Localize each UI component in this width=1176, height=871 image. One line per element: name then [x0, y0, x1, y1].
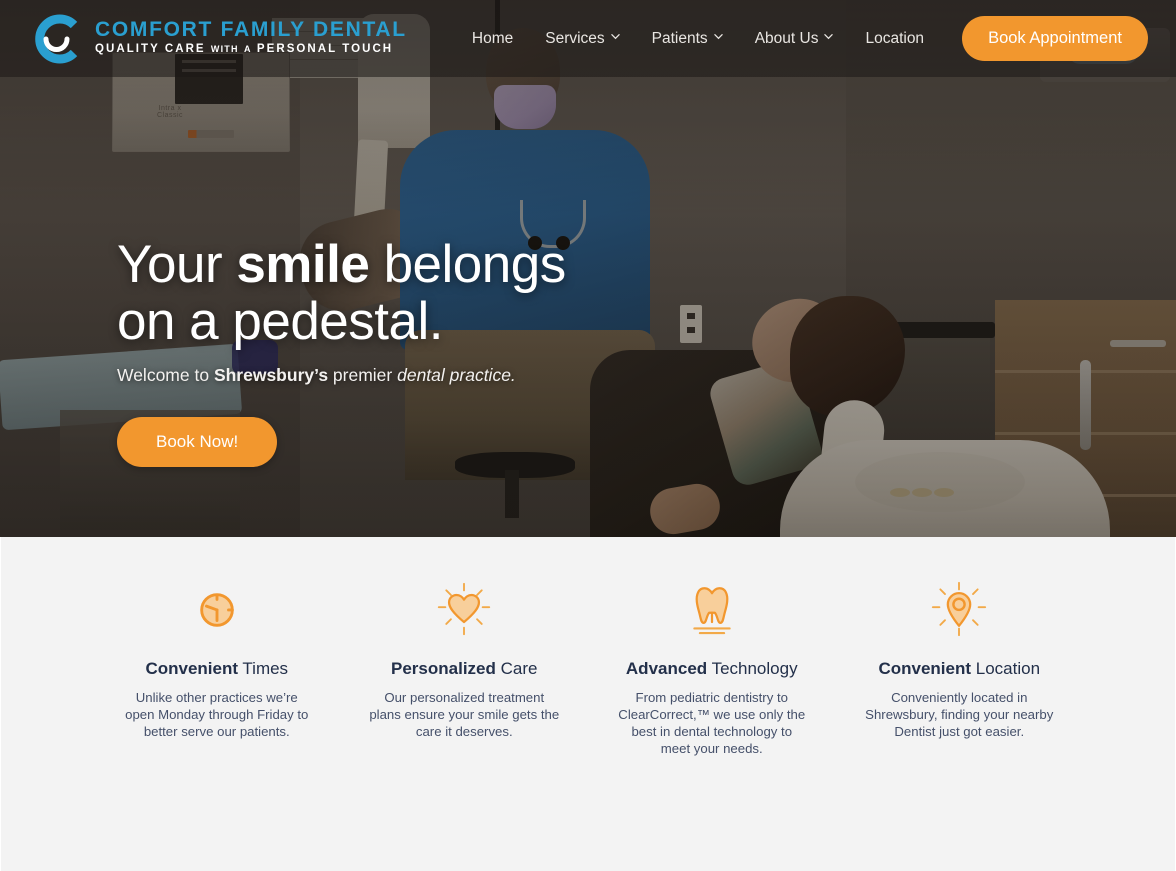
feature-description: Our personalized treatment plans ensure … — [369, 690, 560, 739]
feature-personalized-care: Personalized Care Our personalized treat… — [341, 577, 589, 758]
logo-tagline: QUALITY CARE WITH A PERSONAL TOUCH — [95, 42, 394, 55]
main-navigation: Home Services Patients About Us Location… — [456, 16, 1148, 61]
logo-name: COMFORT FAMILY DENTAL — [95, 17, 407, 41]
nav-item-home[interactable]: Home — [456, 30, 529, 48]
nav-label: Location — [865, 29, 925, 47]
hero-heading-line1: Your smile belongs — [117, 235, 566, 294]
nav-item-about-us[interactable]: About Us — [739, 30, 850, 48]
hero-heading-line2: on a pedestal. — [117, 292, 443, 352]
nav-label: Services — [545, 29, 605, 47]
feature-advanced-technology: Advanced Technology From pediatric denti… — [588, 577, 836, 758]
feature-title: Convenient Times — [145, 659, 289, 678]
tooth-on-pedestal-icon — [602, 577, 822, 641]
feature-title: Advanced Technology — [625, 659, 798, 678]
feature-description: Conveniently located in Shrewsbury, find… — [865, 690, 1054, 739]
hero-heading: Your smile belongs on a pedestal. — [117, 236, 566, 350]
site-logo[interactable]: COMFORT FAMILY DENTAL QUALITY CARE WITH … — [28, 12, 407, 66]
hero-copy: Your smile belongs on a pedestal. Welcom… — [117, 236, 566, 468]
feature-convenient-location: Convenient Location Conveniently located… — [836, 577, 1084, 758]
features-section: Convenient Times Unlike other practices … — [0, 537, 1176, 871]
circle-c-smile-logo-icon — [28, 12, 82, 66]
nav-item-location[interactable]: Location — [849, 30, 940, 48]
chevron-down-icon — [824, 32, 834, 41]
clock-icon — [107, 577, 327, 641]
page-root: Intra xClassic — [0, 0, 1176, 871]
nav-item-services[interactable]: Services — [529, 30, 635, 48]
radiant-map-pin-icon — [850, 577, 1070, 641]
features-grid: Convenient Times Unlike other practices … — [1, 537, 1175, 758]
feature-title: Convenient Location — [878, 659, 1041, 678]
feature-description: From pediatric dentistry to ClearCorrect… — [618, 690, 806, 756]
book-now-button[interactable]: Book Now! — [117, 417, 278, 468]
logo-wordmark: COMFORT FAMILY DENTAL QUALITY CARE WITH … — [95, 17, 407, 58]
nav-label: Patients — [651, 29, 708, 47]
hero-section: Intra xClassic — [0, 0, 1176, 537]
book-appointment-button[interactable]: Book Appointment — [962, 16, 1148, 61]
nav-label: Home — [471, 29, 514, 47]
feature-convenient-times: Convenient Times Unlike other practices … — [93, 577, 341, 758]
radiant-heart-icon — [355, 577, 575, 641]
nav-label: About Us — [754, 29, 819, 47]
hero-subheading: Welcome to Shrewsbury’s premier dental p… — [117, 365, 516, 386]
feature-description: Unlike other practices we’re open Monday… — [125, 690, 309, 739]
site-header: COMFORT FAMILY DENTAL QUALITY CARE WITH … — [0, 0, 1176, 77]
chevron-down-icon — [610, 32, 620, 41]
feature-title: Personalized Care — [391, 659, 538, 678]
chevron-down-icon — [713, 32, 723, 41]
nav-item-patients[interactable]: Patients — [636, 30, 739, 48]
